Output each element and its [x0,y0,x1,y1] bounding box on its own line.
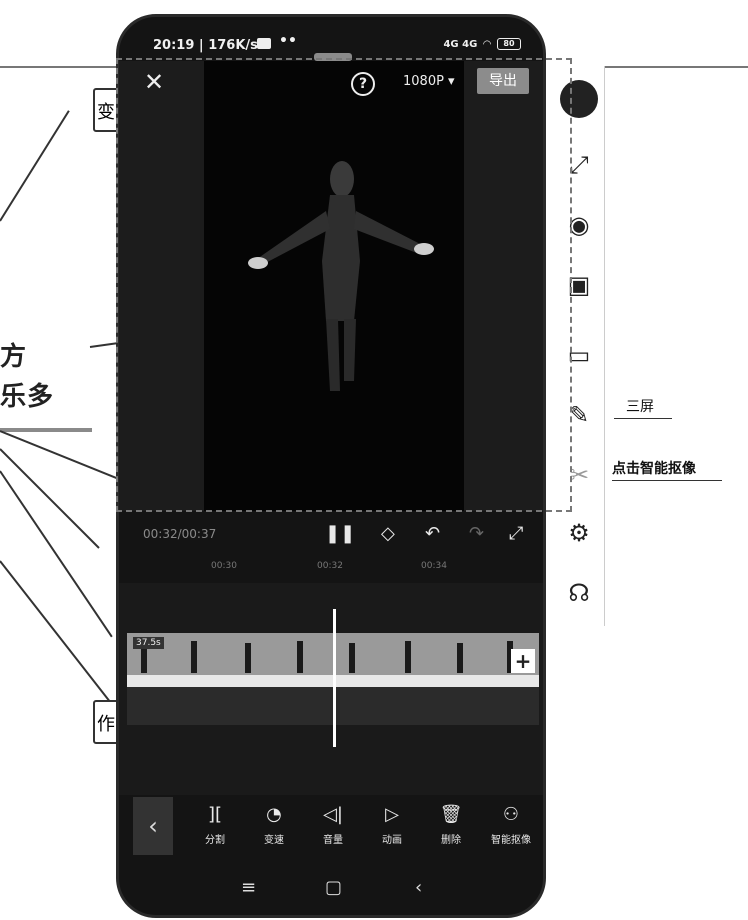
tool-animation[interactable]: ▷ 动画 [364,803,420,846]
time-text: 20:19 [153,38,195,53]
clip-duration-badge: 37.5s [133,637,164,649]
mindmap-connector [0,470,113,638]
keyframe-icon[interactable]: ◇ [381,523,395,544]
tool-label: 变速 [264,835,284,846]
tool-label: 动画 [382,835,402,846]
mindmap-connector [0,560,118,712]
wifi-icon: ◠ [483,38,491,50]
timeline-ruler: 00:30 00:32 00:34 [119,561,543,583]
mindmap-underline [0,428,92,432]
home-icon[interactable]: ▢ [325,877,342,898]
undo-icon[interactable]: ↶ [425,523,440,544]
ruler-tick: 00:32 [317,561,343,571]
headset-icon[interactable]: ☊ [562,576,596,610]
right-label-cutout: 点击智能抠像 [612,461,696,477]
mindmap-connector [0,430,121,481]
animation-icon: ▷ [385,804,399,825]
mindmap-node-text: 作 [97,714,115,735]
signal-text: 4G 4G [443,38,478,50]
mindmap-connector [89,342,118,348]
right-label-screen: 三屏 [626,399,654,415]
status-time: 20:19 | 176K/s [153,38,258,53]
mindmap-top-line [0,66,116,68]
split-icon: ][ [207,804,223,825]
expand-icon[interactable]: ⤢ [509,523,523,544]
tool-speed[interactable]: ◔ 变速 [246,803,302,846]
back-icon[interactable]: ‹ [415,877,422,898]
tool-delete[interactable]: 🗑 删除 [423,803,479,846]
mindmap-text: 乐多 [0,382,55,412]
speed-text: 176K/s [208,38,258,53]
mindmap-connector [0,110,70,222]
tool-label: 分割 [205,835,225,846]
menu-icon[interactable]: ≡ [241,877,256,898]
settings-icon[interactable]: ⚙ [562,516,596,550]
timecode: 00:32/00:37 [143,527,217,541]
ruler-tick: 00:34 [421,561,447,571]
tool-label: 删除 [441,835,461,846]
mindmap-text: 方 [0,342,28,372]
tool-smart-cutout[interactable]: ⚇ 智能抠像 [483,803,539,846]
mindmap-top-line-right [604,66,748,68]
tool-label: 音量 [323,835,343,846]
playhead[interactable] [333,609,336,747]
tool-volume[interactable]: ◁| 音量 [305,803,361,846]
mindmap-node-text: 变 [97,102,115,123]
system-nav-bar: ≡ ▢ ‹ [119,877,543,907]
delete-icon: 🗑 [439,804,463,825]
redo-icon[interactable]: ↷ [469,523,484,544]
volume-icon: ◁| [323,804,343,825]
more-dots: •• [279,33,297,49]
status-right: 4G 4G ◠ 80 [443,38,521,50]
battery-icon: 80 [497,38,521,50]
right-label-underline [612,480,722,481]
toolbar-back-button[interactable]: ‹ [133,797,173,855]
ruler-tick: 00:30 [211,561,237,571]
message-icon [257,38,271,49]
pause-icon[interactable]: ❚❚ [325,523,355,544]
smart-cutout-icon: ⚇ [502,804,520,825]
speed-icon: ◔ [266,804,282,825]
screen-capture-frame [116,58,572,512]
add-clip-button[interactable]: + [511,649,535,673]
tool-label: 智能抠像 [491,835,531,846]
right-label-underline [614,418,672,419]
tool-split[interactable]: ][ 分割 [187,803,243,846]
